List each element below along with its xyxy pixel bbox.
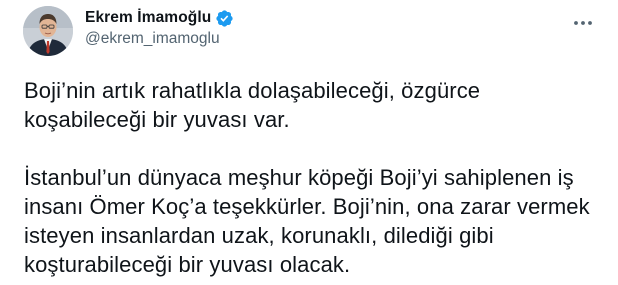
- more-options-icon: [574, 21, 592, 25]
- avatar-photo: [23, 6, 73, 56]
- tweet-text: Boji’nin artık rahatlıkla dolaşabileceği…: [24, 76, 604, 279]
- tweet-paragraph: İstanbul’un dünyaca meşhur köpeği Boji’y…: [24, 165, 590, 277]
- author-handle[interactable]: @ekrem_imamoglu: [85, 30, 234, 48]
- avatar[interactable]: [23, 6, 73, 56]
- author-info: Ekrem İmamoğlu @ekrem_imamoglu: [85, 8, 234, 48]
- author-display-name[interactable]: Ekrem İmamoğlu: [85, 9, 211, 27]
- verified-badge-icon: [215, 9, 234, 28]
- more-options-button[interactable]: [570, 12, 596, 34]
- author-name-row[interactable]: Ekrem İmamoğlu: [85, 8, 234, 28]
- tweet-card: Ekrem İmamoğlu @ekrem_imamoglu Boji’nin …: [0, 0, 618, 285]
- tweet-paragraph: Boji’nin artık rahatlıkla dolaşabileceği…: [24, 78, 481, 132]
